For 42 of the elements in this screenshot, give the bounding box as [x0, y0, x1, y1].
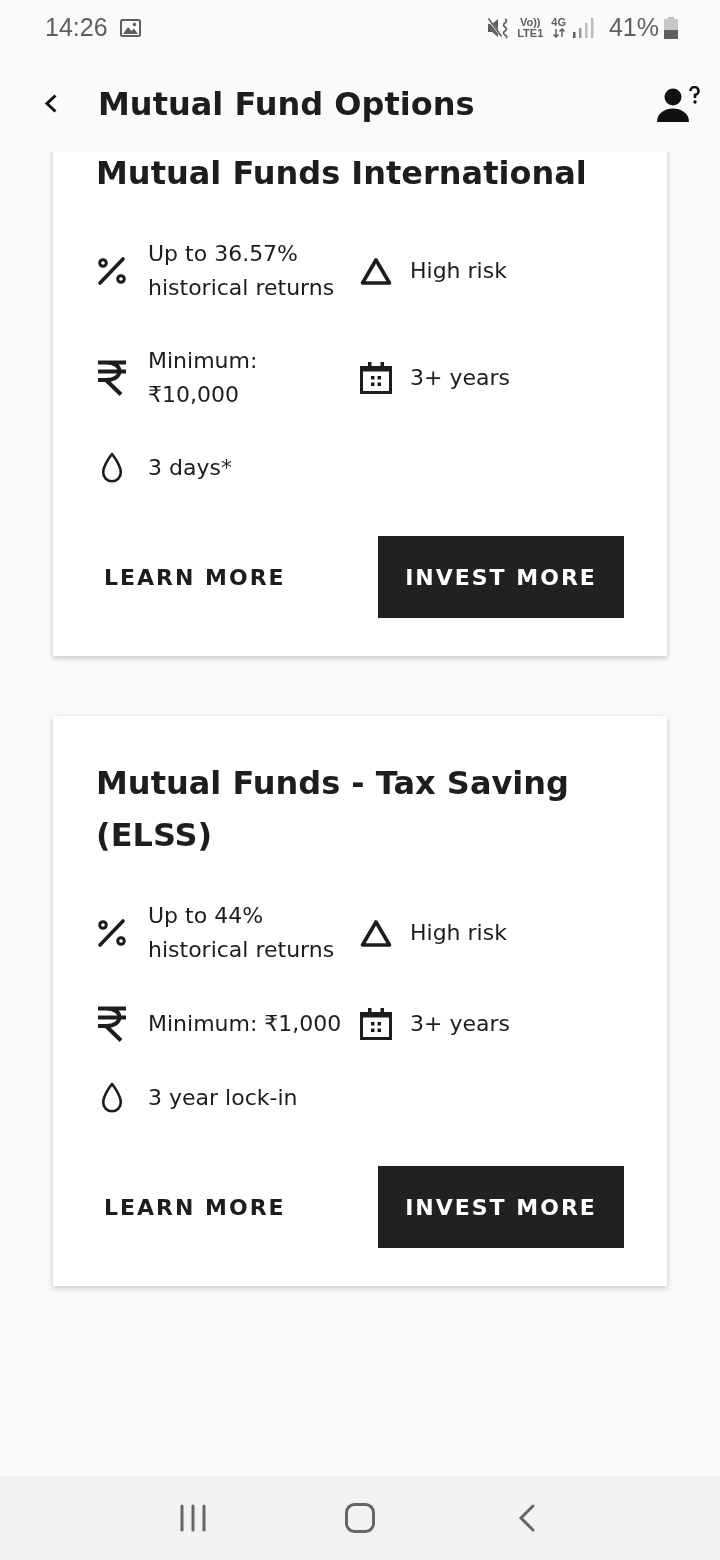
fund-title: Mutual Funds International [96, 153, 588, 194]
learn-more-button[interactable]: LEARN MORE [96, 1166, 294, 1248]
recents-icon [180, 1504, 207, 1532]
data-type-label: 4G [551, 17, 566, 28]
duration-text: 3+ years [410, 364, 510, 392]
signal-icon [572, 17, 595, 38]
page-title: Mutual Fund Options [98, 87, 475, 120]
image-icon [119, 18, 141, 37]
droplet-icon [101, 1082, 123, 1114]
person-question-icon [656, 85, 700, 122]
rupee-icon [97, 360, 127, 396]
risk-level-text: High risk [410, 919, 507, 947]
invest-more-button[interactable]: INVEST MORE [378, 1166, 624, 1248]
learn-more-button[interactable]: LEARN MORE [96, 536, 294, 618]
back-chevron-icon [43, 94, 57, 113]
minimum-amount-text: Minimum: ₹1,000 [148, 1010, 342, 1038]
home-icon [345, 1503, 375, 1533]
battery-icon [664, 16, 678, 39]
percent-icon [97, 918, 127, 948]
percent-icon [97, 256, 127, 286]
transfer-arrows-icon [551, 28, 566, 38]
voice-label: Vo)) [519, 16, 541, 28]
returns-text: Up to 36.57% historical returns [148, 240, 336, 302]
calendar-icon [360, 1008, 392, 1040]
status-time: 14:26 [45, 15, 108, 40]
calendar-icon [360, 362, 392, 394]
liquidity-text: 3 days* [148, 454, 232, 482]
back-icon [518, 1504, 536, 1532]
rupee-icon [97, 1006, 127, 1042]
minimum-amount-text: Minimum: ₹10,000 [148, 347, 259, 409]
network-type-label: LTE1 [517, 27, 544, 39]
battery-percentage: 41% [608, 15, 659, 40]
returns-text: Up to 44% historical returns [148, 902, 336, 964]
droplet-icon [101, 452, 123, 484]
triangle-icon [360, 256, 392, 286]
liquidity-text: 3 year lock-in [148, 1084, 298, 1112]
fund-title: Mutual Funds - Tax Saving (ELSS) [96, 763, 570, 856]
invest-more-button[interactable]: INVEST MORE [378, 536, 624, 618]
duration-text: 3+ years [410, 1010, 510, 1038]
triangle-icon [360, 918, 392, 948]
risk-level-text: High risk [410, 257, 507, 285]
help-account-button[interactable] [656, 85, 700, 122]
